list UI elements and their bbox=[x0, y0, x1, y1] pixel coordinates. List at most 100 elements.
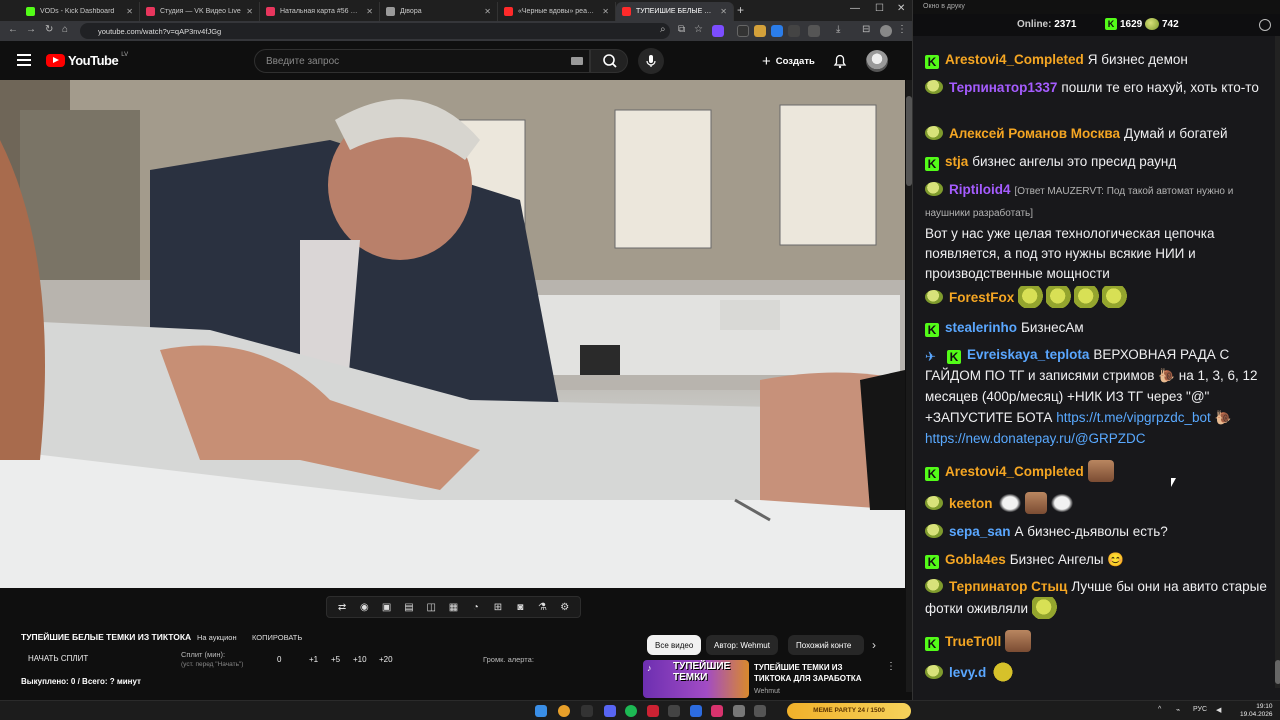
recommended-title[interactable]: ТУПЕЙШИЕ ТЕМКИ ИЗ ТИКТОКА ДЛЯ ЗАРАБОТКА bbox=[754, 662, 874, 684]
split-icon[interactable]: ⊟ bbox=[862, 24, 870, 35]
close-tab-icon[interactable]: ✕ bbox=[720, 7, 727, 16]
chrome-icon[interactable] bbox=[558, 705, 570, 717]
account-avatar[interactable] bbox=[866, 50, 888, 72]
tray-chevron-icon[interactable]: ^ bbox=[1158, 706, 1161, 713]
copy-button[interactable]: КОПИРОВАТЬ bbox=[252, 633, 302, 642]
network-icon[interactable]: ⌁ bbox=[1176, 706, 1180, 714]
chip-author[interactable]: Автор: Wehmut bbox=[706, 635, 778, 655]
app-icon[interactable] bbox=[668, 705, 680, 717]
back-icon[interactable]: ← bbox=[8, 24, 18, 35]
menu-icon[interactable] bbox=[17, 54, 31, 66]
chat-window: Окно в друку Online: 2371 K 1629 742 K Are… bbox=[912, 0, 1280, 700]
more-vertical-icon[interactable]: ⋮ bbox=[886, 661, 896, 672]
close-tab-icon[interactable]: ✕ bbox=[246, 7, 253, 16]
search-button[interactable] bbox=[590, 49, 628, 73]
tab-black-widows[interactable]: «Черные вдовы» реальность✕ bbox=[498, 2, 616, 21]
create-button[interactable]: + Создать bbox=[756, 50, 821, 72]
app-icon[interactable] bbox=[754, 705, 766, 717]
split-value[interactable]: 0 bbox=[277, 655, 281, 664]
chat-scrollbar-thumb[interactable] bbox=[1275, 660, 1280, 684]
bot-link[interactable]: https://t.me/vipgrpzdc_bot bbox=[1056, 410, 1211, 425]
settings-icon[interactable]: ⚙ bbox=[558, 600, 572, 614]
chip-related[interactable]: Похожий конте bbox=[788, 635, 864, 655]
bookmark-star-icon[interactable]: ☆ bbox=[694, 24, 703, 35]
home-icon[interactable]: ⌂ bbox=[62, 24, 68, 35]
zoom-icon[interactable]: ⌕ bbox=[660, 24, 666, 35]
film-icon[interactable]: ▦ bbox=[446, 600, 460, 614]
split-minutes-label: Сплит (мин): bbox=[181, 650, 226, 659]
recommended-author[interactable]: Wehmut bbox=[754, 688, 780, 695]
broadcast-icon[interactable]: ◉ bbox=[357, 600, 371, 614]
discord-icon[interactable] bbox=[604, 705, 616, 717]
start-windows-icon[interactable] bbox=[535, 705, 547, 717]
lang-indicator[interactable]: РУС bbox=[1193, 706, 1207, 713]
extension-icon[interactable] bbox=[712, 25, 724, 37]
close-tab-icon[interactable]: ✕ bbox=[366, 7, 373, 16]
start-split-button[interactable]: НАЧАТЬ СПЛИТ bbox=[28, 654, 88, 663]
tab-active-video[interactable]: ТУПЕЙШИЕ БЕЛЫЕ ТЕМК ✕ bbox=[616, 2, 734, 21]
app-icon[interactable] bbox=[711, 705, 723, 717]
app-icon[interactable] bbox=[581, 705, 593, 717]
menu-dots-icon[interactable]: ⋮ bbox=[897, 24, 907, 35]
tab-kick-vods[interactable]: VODs - Kick Dashboard ✕ bbox=[20, 2, 140, 21]
search-input[interactable] bbox=[266, 55, 556, 67]
tab-natal-chart[interactable]: Натальная карта #56 Артемий✕ bbox=[260, 2, 380, 21]
notifications-bell-icon[interactable] bbox=[832, 53, 848, 69]
split-plus-1-button[interactable]: +1 bbox=[309, 655, 318, 664]
screencast-icon[interactable]: ▣ bbox=[380, 600, 394, 614]
profile-icon[interactable] bbox=[880, 25, 892, 37]
search-box[interactable] bbox=[254, 49, 590, 73]
tab-divora[interactable]: Дівора ✕ bbox=[380, 2, 498, 21]
loop-icon[interactable]: ⇄ bbox=[335, 600, 349, 614]
speed-icon[interactable]: ◔ bbox=[469, 600, 483, 614]
meme-party-badge[interactable]: MEME PARTY 24 / 1500 bbox=[787, 703, 911, 719]
extension-icon[interactable] bbox=[788, 25, 800, 37]
chat-scrollbar[interactable] bbox=[1275, 36, 1280, 688]
face-emote bbox=[1087, 460, 1114, 482]
split-plus-5-button[interactable]: +5 bbox=[331, 655, 340, 664]
chevron-right-icon[interactable]: › bbox=[872, 638, 876, 652]
keyboard-icon[interactable] bbox=[571, 57, 583, 65]
clapper-icon[interactable]: ▤ bbox=[402, 600, 416, 614]
camera-icon[interactable]: ◙ bbox=[513, 600, 527, 614]
settings-icon[interactable] bbox=[1259, 19, 1271, 31]
minimize-icon[interactable]: — bbox=[850, 3, 860, 14]
download-icon[interactable]: ⤓ bbox=[836, 24, 840, 35]
split-plus-10-button[interactable]: +10 bbox=[353, 655, 367, 664]
extension-icon[interactable] bbox=[737, 25, 749, 37]
close-tab-icon[interactable]: ✕ bbox=[126, 7, 133, 16]
maximize-icon[interactable]: ☐ bbox=[875, 3, 884, 14]
app-icon[interactable] bbox=[733, 705, 745, 717]
puzzle-icon[interactable] bbox=[808, 25, 820, 37]
tab-vk-studio[interactable]: Студия — VK Видео Live ✕ bbox=[140, 2, 260, 21]
spotify-icon[interactable] bbox=[625, 705, 637, 717]
pepe-emote bbox=[1046, 286, 1073, 308]
to-auction-button[interactable]: На аукцион bbox=[197, 633, 237, 642]
forward-icon[interactable]: → bbox=[26, 24, 36, 35]
app-icon[interactable] bbox=[647, 705, 659, 717]
volume-icon[interactable]: ◀ bbox=[1216, 706, 1221, 714]
flask-icon[interactable]: ⚗ bbox=[536, 600, 550, 614]
youtube-logo[interactable]: YouTube LV bbox=[46, 52, 128, 68]
caption-icon[interactable]: ⊞ bbox=[491, 600, 505, 614]
reload-icon[interactable]: ↻ bbox=[45, 24, 53, 35]
close-tab-icon[interactable]: ✕ bbox=[484, 7, 491, 16]
donate-link[interactable]: https://new.donatepay.ru/@GRPZDC bbox=[925, 431, 1146, 446]
install-icon[interactable]: ⧉ bbox=[678, 24, 685, 35]
pip-icon[interactable]: ◫ bbox=[424, 600, 438, 614]
recommended-thumbnail[interactable]: ♪ ТУПЕЙШИЕ ТЕМКИ bbox=[643, 660, 749, 698]
close-tab-icon[interactable]: ✕ bbox=[602, 7, 609, 16]
address-bar[interactable]: youtube.com/watch?v=qAP3nv4fJGg bbox=[80, 23, 670, 39]
app-icon[interactable] bbox=[690, 705, 702, 717]
new-tab-button[interactable]: + bbox=[737, 3, 744, 17]
split-plus-20-button[interactable]: +20 bbox=[379, 655, 393, 664]
extension-icon[interactable] bbox=[754, 25, 766, 37]
close-window-icon[interactable]: ✕ bbox=[897, 3, 905, 14]
clock[interactable]: 19:10 19.04.2026 bbox=[1240, 703, 1273, 719]
kick-badge-icon: K bbox=[925, 55, 939, 69]
chip-all-videos[interactable]: Все видео bbox=[647, 635, 702, 655]
video-tools-toolbar: ⇄ ◉ ▣ ▤ ◫ ▦ ◔ ⊞ ◙ ⚗ ⚙ bbox=[326, 596, 581, 618]
video-player[interactable] bbox=[0, 80, 905, 588]
voice-search-button[interactable] bbox=[638, 48, 664, 74]
extension-icon[interactable] bbox=[771, 25, 783, 37]
